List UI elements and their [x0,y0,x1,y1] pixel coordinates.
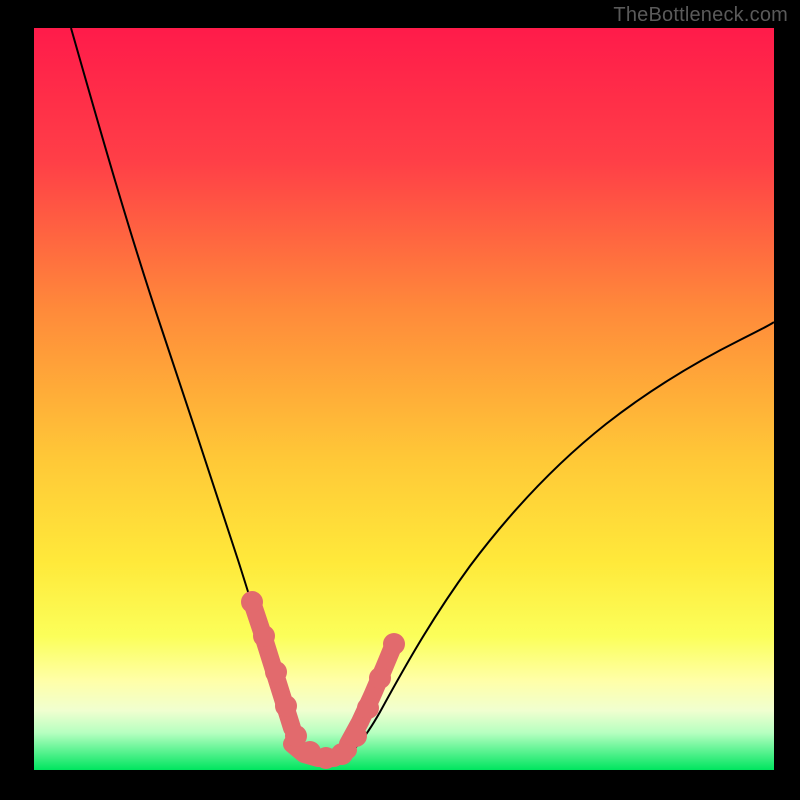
bottleneck-chart-svg [0,0,800,800]
watermark-text: TheBottleneck.com [613,4,788,27]
plot-area [34,28,774,770]
chart-stage: TheBottleneck.com [0,0,800,800]
